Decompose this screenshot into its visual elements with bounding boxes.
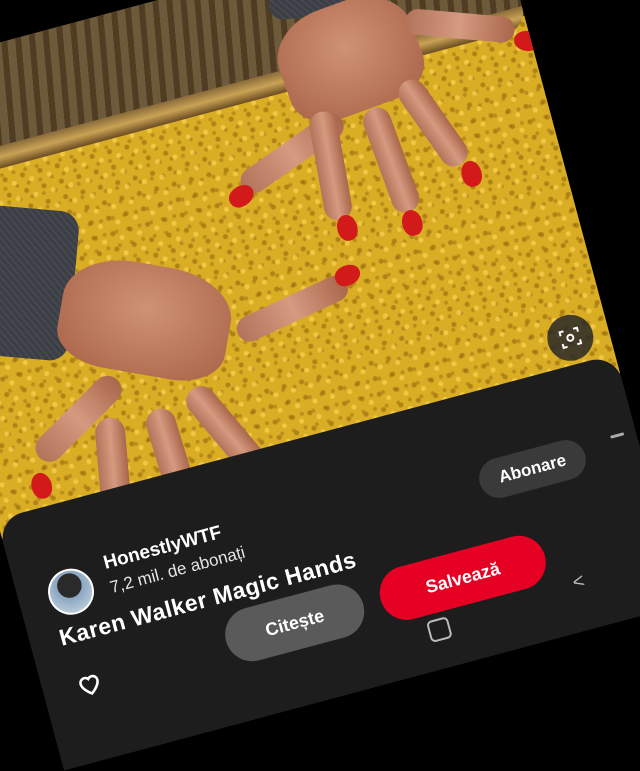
heart-icon[interactable] [74, 668, 106, 700]
nav-home-icon[interactable] [425, 616, 453, 644]
panel-handle [610, 432, 625, 439]
save-button[interactable]: Salvează [373, 529, 552, 626]
subscribe-button[interactable]: Abonare [474, 435, 591, 503]
nav-back-icon[interactable]: < [570, 570, 587, 595]
avatar[interactable] [42, 563, 100, 620]
phone-screen: 41 HonestlyWTF 7,2 mil. de abonați Abona… [0, 0, 640, 771]
